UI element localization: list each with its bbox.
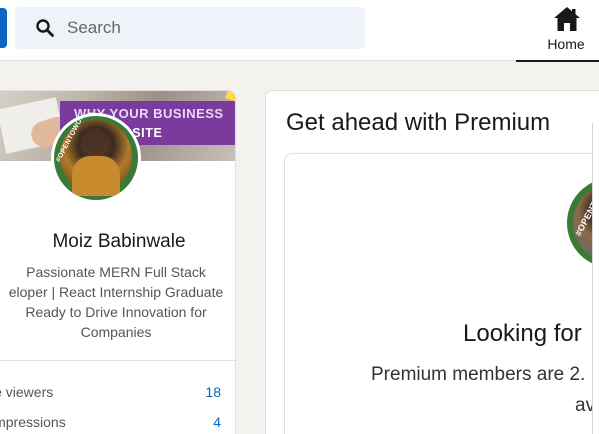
nav-home[interactable]: Home xyxy=(516,0,599,62)
premium-members-text: Premium members are 2. xyxy=(371,364,586,385)
profile-name[interactable]: Moiz Babinwale xyxy=(1,231,235,253)
premium-looking-text: Looking for xyxy=(463,320,582,347)
profile-avatar[interactable]: #OPENTOWORK xyxy=(51,113,141,203)
premium-offer-panel: #OPENTO Looking for Premium members are … xyxy=(284,153,599,434)
nav-home-label: Home xyxy=(547,36,585,52)
headline-line: eloper | React Internship Graduate xyxy=(8,284,224,300)
stat-label: le viewers xyxy=(0,384,54,400)
linkedin-logo-icon[interactable] xyxy=(0,8,7,48)
home-icon xyxy=(554,7,580,31)
search-icon xyxy=(36,19,54,37)
profile-headline: Passionate MERN Full Stack eloper | Reac… xyxy=(0,262,235,342)
stat-post-impressions[interactable]: impressions 4 xyxy=(0,414,227,434)
premium-title: Get ahead with Premium xyxy=(286,109,551,136)
top-nav-bar: Home xyxy=(0,0,599,62)
stat-value: 18 xyxy=(205,384,221,400)
avatar-face xyxy=(84,128,106,154)
profile-card: WHY YOUR BUSINESS A WEBSITE #OPENTOWORK … xyxy=(0,90,236,434)
premium-card: Get ahead with Premium #OPENTO Looking f… xyxy=(265,90,599,434)
overlay-panel-edge xyxy=(592,123,599,434)
avatar-shirt xyxy=(72,156,120,196)
opentowork-ring: #OPENTOWORK xyxy=(54,116,138,200)
stat-profile-viewers[interactable]: le viewers 18 xyxy=(0,384,227,406)
headline-line: Passionate MERN Full Stack xyxy=(26,264,206,280)
search-box[interactable] xyxy=(15,7,365,49)
headline-line: Ready to Drive Innovation for xyxy=(25,304,207,320)
divider xyxy=(0,360,235,361)
stat-value: 4 xyxy=(213,414,221,430)
search-input[interactable] xyxy=(67,13,327,43)
stat-label: impressions xyxy=(0,414,66,430)
headline-line: Companies xyxy=(80,324,152,340)
nav-active-indicator xyxy=(516,60,599,62)
